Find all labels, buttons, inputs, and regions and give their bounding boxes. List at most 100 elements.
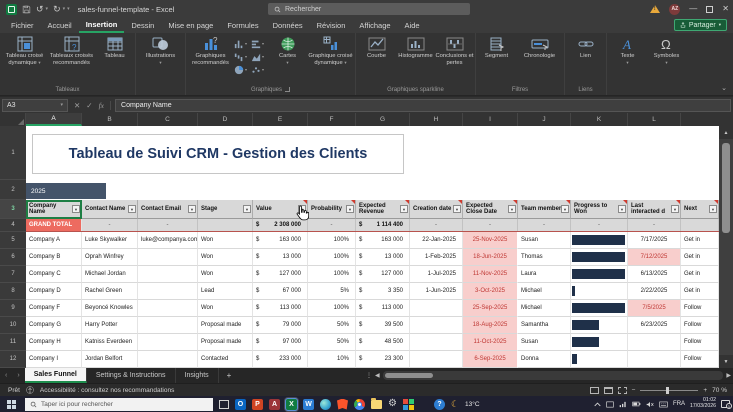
row-number-8[interactable]: 8 — [0, 283, 26, 300]
slicer-button[interactable]: Segment — [477, 34, 516, 60]
word-icon[interactable]: W — [303, 399, 314, 410]
zoom-slider-thumb[interactable] — [666, 387, 669, 394]
scroll-up-icon[interactable]: ▲ — [719, 126, 733, 139]
waterfall-chart-icon[interactable]: ▾ — [234, 50, 251, 63]
row-number-1[interactable]: 1 — [0, 126, 26, 180]
row-number-4[interactable]: 4 — [0, 219, 26, 232]
header-last-interacted-d[interactable]: Last interacted d▼ — [628, 200, 681, 219]
redo-icon[interactable]: ↻ — [53, 4, 61, 15]
store-icon[interactable] — [403, 399, 414, 410]
link-button[interactable]: Lien — [566, 34, 605, 60]
tab-nav-right-icon[interactable]: › — [12, 368, 24, 383]
area-chart-icon[interactable]: ▾ — [251, 50, 268, 63]
menu-tab-accueil[interactable]: Accueil — [41, 18, 79, 33]
symbols-button[interactable]: Ω Symboles▾ — [647, 34, 686, 66]
filter-button-creation-date[interactable]: ▼ — [453, 205, 461, 213]
volume-muted-icon[interactable] — [646, 401, 654, 408]
chrome-icon[interactable] — [354, 399, 365, 410]
header-company-name[interactable]: Company Name▼ — [26, 200, 82, 219]
filter-button-last-interacted-d[interactable]: ▼ — [671, 205, 679, 213]
edge-icon[interactable] — [320, 399, 331, 410]
menu-tab-formules[interactable]: Formules — [220, 18, 265, 33]
brave-icon[interactable] — [337, 399, 348, 410]
filter-button-stage[interactable]: ▼ — [243, 205, 251, 213]
task-view-icon[interactable] — [219, 400, 229, 409]
column-letter-I[interactable]: I — [463, 113, 518, 126]
illustrations-button[interactable]: Illustrations▾ — [137, 34, 184, 66]
header-probability[interactable]: Probability▼ — [308, 200, 356, 219]
menu-tab-dessin[interactable]: Dessin — [124, 18, 161, 33]
column-letter-J[interactable]: J — [518, 113, 571, 126]
column-letter-G[interactable]: G — [356, 113, 410, 126]
header-contact-name[interactable]: Contact Name▼ — [82, 200, 138, 219]
column-letter-K[interactable]: K — [571, 113, 628, 126]
help-icon[interactable]: ? — [434, 399, 445, 410]
table-button[interactable]: Tableau — [95, 34, 134, 60]
taskbar-search[interactable]: Taper ici pour rechercher — [25, 398, 213, 411]
header-contact-email[interactable]: Contact Email▼ — [138, 200, 198, 219]
vertical-scrollbar[interactable]: ▲ ▼ — [719, 126, 733, 368]
menu-tab-insertion[interactable]: Insertion — [79, 18, 125, 33]
namebox-caret-icon[interactable]: ▾ — [60, 102, 63, 108]
menu-tab-mise-en-page[interactable]: Mise en page — [161, 18, 220, 33]
hscroll-right-icon[interactable]: ▶ — [726, 372, 731, 379]
filter-button-contact-email[interactable]: ▼ — [188, 205, 196, 213]
filter-button-next[interactable]: ▼ — [709, 205, 717, 213]
column-letter-F[interactable]: F — [308, 113, 356, 126]
close-button[interactable]: ✕ — [722, 5, 729, 13]
column-letter-D[interactable]: D — [198, 113, 253, 126]
battery-icon[interactable] — [632, 401, 641, 407]
column-letter-C[interactable]: C — [138, 113, 198, 126]
zoom-slider[interactable] — [640, 390, 698, 391]
header-team-member[interactable]: Team member▼ — [518, 200, 571, 219]
page-break-view-icon[interactable] — [618, 387, 627, 394]
filter-button-expected-close-date[interactable]: ▼ — [508, 205, 516, 213]
row-number-5[interactable]: 5 — [0, 232, 26, 249]
language-indicator[interactable]: FRA — [673, 401, 685, 407]
pivot-chart-button[interactable]: Graphique croisé dynamique ▾ — [307, 34, 354, 66]
menu-tab-affichage[interactable]: Affichage — [352, 18, 397, 33]
bar-chart-icon[interactable]: ▾ — [251, 37, 268, 50]
sparkline-column-button[interactable]: Histogramme — [396, 34, 435, 60]
header-next[interactable]: Next▼ — [681, 200, 719, 219]
sparkline-line-button[interactable]: Courbe — [357, 34, 396, 60]
minimize-button[interactable]: — — [689, 5, 697, 13]
qat-customize-icon[interactable]: ▾ — [67, 6, 70, 12]
network-icon[interactable] — [619, 401, 627, 408]
header-expected-revenue[interactable]: Expected Revenue▼ — [356, 200, 410, 219]
row-number-7[interactable]: 7 — [0, 266, 26, 283]
column-letter-H[interactable]: H — [410, 113, 463, 126]
vertical-scroll-thumb[interactable] — [722, 143, 730, 233]
horizontal-scrollbar[interactable] — [383, 371, 724, 380]
row-number-12[interactable]: 12 — [0, 351, 26, 368]
tab-nav-left-icon[interactable]: ‹ — [0, 368, 12, 383]
formula-input[interactable]: Company Name — [115, 99, 731, 112]
outlook-icon[interactable]: O — [235, 399, 246, 410]
restore-button[interactable] — [706, 6, 713, 13]
row-number-2[interactable]: 2 — [0, 180, 26, 200]
filter-button-probability[interactable]: ▼ — [346, 205, 354, 213]
menu-tab-donn-es[interactable]: Données — [266, 18, 310, 33]
header-stage[interactable]: Stage▼ — [198, 200, 253, 219]
page-layout-view-icon[interactable] — [604, 387, 613, 394]
row-number-9[interactable]: 9 — [0, 300, 26, 317]
dialog-launcher-icon[interactable] — [285, 87, 290, 92]
filter-button-expected-revenue[interactable]: ▼ — [400, 205, 408, 213]
accessibility-message[interactable]: Accessibilité : consultez nos recommanda… — [40, 387, 174, 394]
redo-caret-icon[interactable]: ▾ — [63, 6, 66, 12]
notification-center-icon[interactable]: 1 — [721, 400, 730, 408]
column-letter-E[interactable]: E — [253, 113, 308, 126]
header-value[interactable]: Value▼ — [253, 200, 308, 219]
filter-button-contact-name[interactable]: ▼ — [128, 205, 136, 213]
save-icon[interactable] — [22, 5, 31, 14]
window-tray-icon[interactable] — [606, 401, 614, 408]
text-button[interactable]: A Texte▾ — [608, 34, 647, 66]
access-icon[interactable]: A — [269, 399, 280, 410]
sheet-tab-insights[interactable]: Insights — [176, 368, 219, 383]
avatar[interactable]: AZ — [669, 4, 680, 15]
touch-keyboard-icon[interactable] — [659, 401, 668, 408]
filter-button-progress-to-won[interactable]: ▼ — [618, 205, 626, 213]
menu-tab-r-vision[interactable]: Révision — [310, 18, 353, 33]
pie-chart-icon[interactable]: ▾ — [234, 63, 251, 76]
add-sheet-button[interactable]: + — [219, 368, 240, 383]
